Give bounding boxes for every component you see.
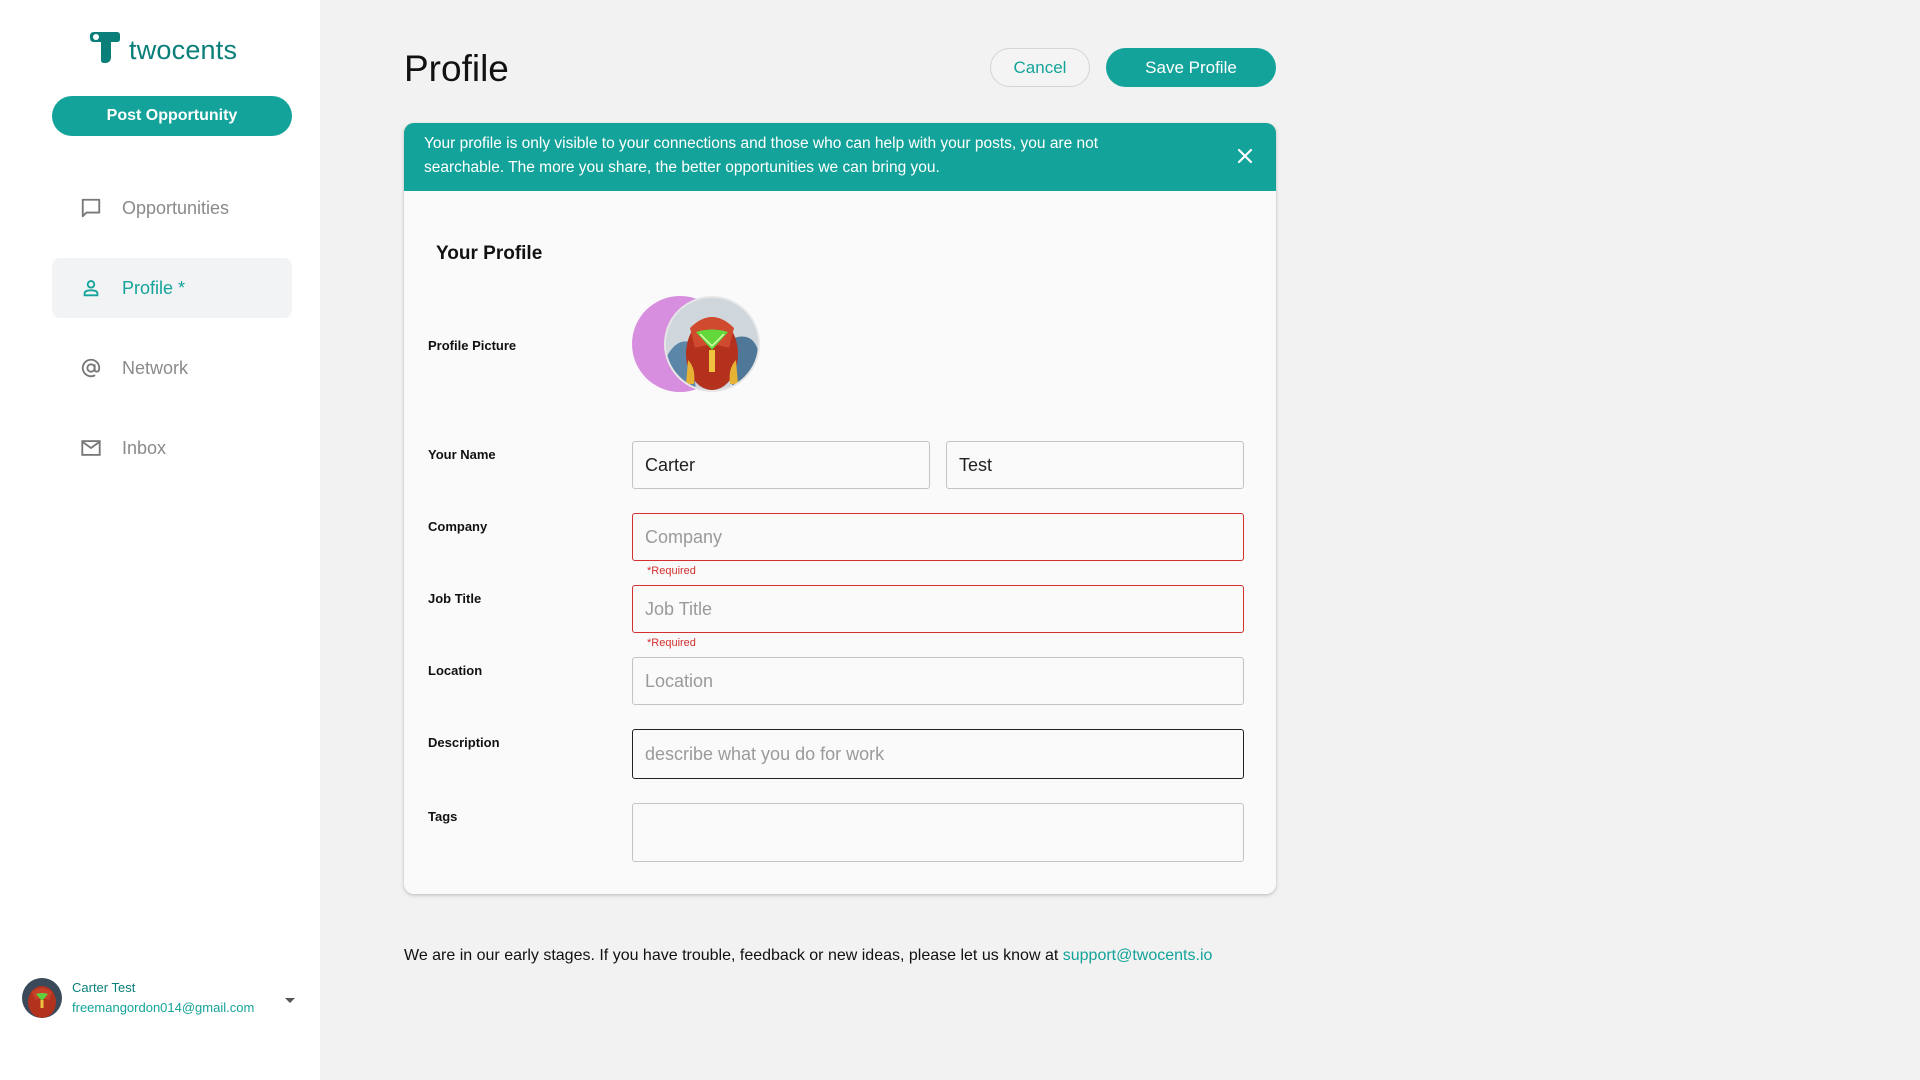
tags-input[interactable] [632, 803, 1244, 862]
brand-logo[interactable]: twocents [87, 30, 237, 71]
last-name-input[interactable] [946, 441, 1244, 489]
twocents-logo-icon [87, 30, 123, 71]
cancel-button[interactable]: Cancel [990, 48, 1090, 87]
profile-picture-label: Profile Picture [428, 338, 517, 353]
job-title-label: Job Title [428, 591, 482, 606]
company-input[interactable] [632, 513, 1244, 561]
description-label: Description [428, 735, 500, 750]
first-name-input[interactable] [632, 441, 930, 489]
page-title: Profile [404, 48, 509, 89]
user-info: Carter Test freemangordon014@gmail.com [72, 978, 254, 1018]
person-icon [80, 277, 102, 299]
info-banner: Your profile is only visible to your con… [404, 123, 1276, 191]
sidebar-item-profile[interactable]: Profile * [52, 258, 292, 318]
location-input[interactable] [632, 657, 1244, 705]
section-title: Your Profile [436, 243, 543, 264]
user-account-menu[interactable]: Carter Test freemangordon014@gmail.com [22, 976, 312, 1020]
caret-down-icon[interactable] [284, 992, 296, 1010]
description-input[interactable] [632, 729, 1244, 779]
close-icon[interactable] [1236, 147, 1254, 173]
footer-text: We are in our early stages. If you have … [404, 947, 1063, 964]
tags-label: Tags [428, 809, 458, 824]
job-title-input[interactable] [632, 585, 1244, 633]
banner-text: Your profile is only visible to your con… [424, 135, 1099, 176]
save-profile-button[interactable]: Save Profile [1106, 48, 1276, 87]
company-error: *Required [647, 565, 696, 577]
profile-picture-upload[interactable] [632, 296, 762, 394]
sidebar-item-network[interactable]: Network [52, 338, 292, 398]
profile-card: Your profile is only visible to your con… [404, 123, 1276, 894]
brand-name: twocents [129, 35, 238, 65]
mail-icon [80, 437, 102, 459]
footer-note: We are in our early stages. If you have … [404, 947, 1212, 965]
sidebar-item-label: Profile * [122, 277, 186, 298]
job-title-error: *Required [647, 637, 696, 649]
sidebar-item-label: Opportunities [122, 197, 230, 218]
chat-bubble-icon [80, 197, 102, 219]
support-email-link[interactable]: support@twocents.io [1063, 947, 1213, 964]
sidebar: twocents Post Opportunity Opportunities … [0, 0, 320, 1080]
sidebar-item-label: Inbox [122, 437, 167, 458]
sidebar-item-label: Network [122, 357, 189, 378]
company-label: Company [428, 519, 488, 534]
post-opportunity-button[interactable]: Post Opportunity [52, 96, 292, 136]
location-label: Location [428, 663, 483, 678]
user-name: Carter Test [72, 980, 136, 995]
at-sign-icon [80, 357, 102, 379]
avatar [664, 296, 760, 392]
sidebar-item-opportunities[interactable]: Opportunities [52, 178, 292, 238]
user-email: freemangordon014@gmail.com [72, 1000, 255, 1015]
sidebar-item-inbox[interactable]: Inbox [52, 418, 292, 478]
sidebar-nav: Opportunities Profile * Network Inbox [52, 178, 292, 498]
name-label: Your Name [428, 447, 496, 462]
avatar [22, 978, 62, 1018]
